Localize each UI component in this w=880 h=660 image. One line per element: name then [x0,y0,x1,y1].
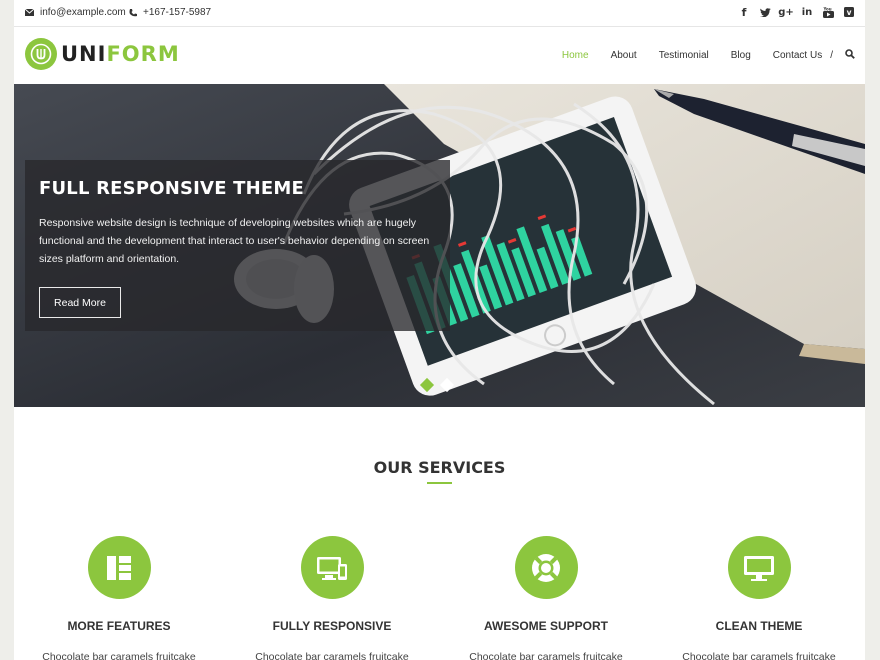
phone-contact[interactable]: +167-157-5987 [129,7,211,18]
main-nav: Home About Testimonial Blog Contact Us / [540,49,855,62]
svg-text:You: You [823,7,832,11]
nav-item-blog[interactable]: Blog [731,50,751,61]
service-card: AWESOME SUPPORT Chocolate bar caramels f… [446,536,646,660]
nav-separator: / [830,50,833,61]
monitor-icon [727,536,791,599]
service-title: MORE FEATURES [67,619,171,633]
social-links: f g+ in You v [738,5,855,19]
email-text: info@example.com [40,7,126,18]
nav-item-testimonial[interactable]: Testimonial [659,50,709,61]
logo-mark-icon [25,38,57,70]
facebook-icon[interactable]: f [738,5,750,19]
top-bar: info@example.com +167-157-5987 f g+ in Y… [14,0,865,27]
service-text: Chocolate bar caramels fruitcake [255,651,409,660]
lifebuoy-icon [514,536,578,599]
page: info@example.com +167-157-5987 f g+ in Y… [14,0,865,660]
service-title: FULLY RESPONSIVE [272,619,392,633]
youtube-icon[interactable]: You [822,5,834,19]
heading-underline [427,482,452,484]
nav-item-about[interactable]: About [611,50,637,61]
site-logo[interactable]: UNIFORM [25,38,180,70]
service-text: Chocolate bar caramels fruitcake [42,651,196,660]
service-card: CLEAN THEME Chocolate bar caramels fruit… [659,536,859,660]
slider-pagination [419,377,455,393]
site-header: UNIFORM Home About Testimonial Blog Cont… [14,27,865,84]
nav-item-contact-us[interactable]: Contact Us [773,50,822,61]
slide-title: FULL RESPONSIVE THEME [39,178,304,199]
slide-dot-1[interactable] [419,377,435,393]
service-card: MORE FEATURES Chocolate bar caramels fru… [19,536,219,660]
vimeo-icon[interactable]: v [843,5,855,19]
search-icon[interactable] [845,49,855,62]
read-more-button[interactable]: Read More [39,287,121,318]
phone-text: +167-157-5987 [143,7,212,18]
slide-dot-2[interactable] [439,377,455,393]
services-heading: OUR SERVICES [373,458,506,477]
email-contact[interactable]: info@example.com [25,7,126,18]
devices-icon [300,536,364,599]
service-text: Chocolate bar caramels fruitcake [682,651,836,660]
slide-text: Responsive website design is technique o… [39,217,430,265]
phone-icon [129,8,137,16]
linkedin-icon[interactable]: in [801,5,813,19]
sitemap-icon [87,536,151,599]
service-title: AWESOME SUPPORT [483,619,608,633]
service-text: Chocolate bar caramels fruitcake [469,651,623,660]
service-card: FULLY RESPONSIVE Chocolate bar caramels … [232,536,432,660]
google-plus-icon[interactable]: g+ [778,5,794,19]
logo-text: UNIFORM [61,42,180,66]
nav-item-home[interactable]: Home [562,50,589,61]
envelope-icon [25,9,34,16]
slide-caption: FULL RESPONSIVE THEME Responsive website… [25,160,450,331]
svg-text:v: v [847,8,852,17]
twitter-icon[interactable] [759,5,771,19]
hero-slider: FULL RESPONSIVE THEME Responsive website… [14,84,865,407]
service-title: CLEAN THEME [715,619,803,633]
